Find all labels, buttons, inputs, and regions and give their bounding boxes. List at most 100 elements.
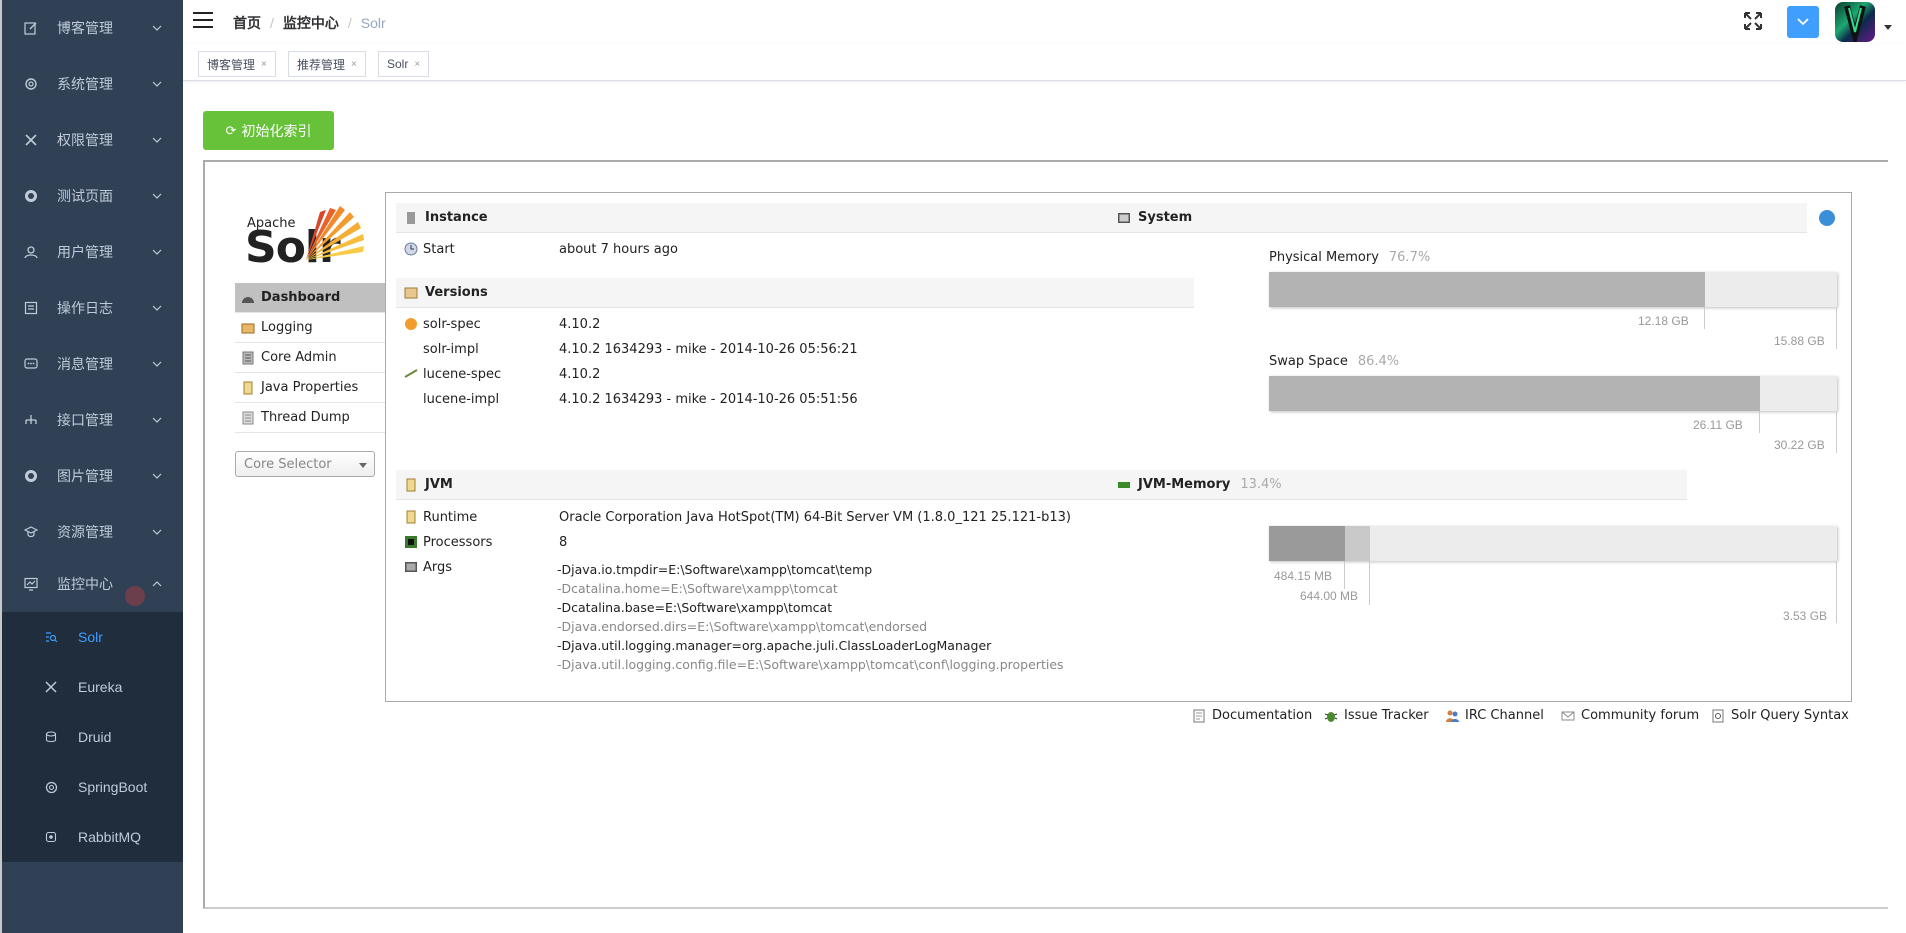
footer-link-community-forum[interactable]: Community forum [1561, 708, 1699, 723]
tools-icon [44, 680, 58, 694]
submenu-item-label: Eureka [78, 679, 123, 695]
hamburger-menu-icon[interactable] [193, 12, 213, 30]
sidebar-item-permission[interactable]: 权限管理 [2, 112, 183, 168]
physical-memory-label: Physical Memory 76.7% [1269, 250, 1430, 265]
chevron-down-icon [152, 249, 162, 255]
footer-link-irc-channel[interactable]: IRC Channel [1445, 708, 1544, 723]
close-icon[interactable]: × [414, 59, 420, 70]
tag-label: 博客管理 [207, 57, 256, 72]
solr-logo-sun-icon [306, 206, 364, 260]
navbar: 首页 / 监控中心 / Solr [183, 0, 1906, 44]
mail-icon [1561, 711, 1575, 720]
init-index-label: 初始化索引 [241, 122, 312, 139]
physical-memory-total: 15.88 GB [1774, 334, 1825, 348]
chevron-down-icon [359, 463, 367, 468]
solr-nav-dashboard[interactable]: Dashboard [235, 283, 385, 313]
sidebar-item-label: 接口管理 [57, 412, 113, 428]
swap-space-title: Swap Space [1269, 354, 1348, 369]
submenu-item-label: SpringBoot [78, 779, 148, 795]
db-icon [44, 730, 58, 744]
breadcrumb-current: Solr [360, 15, 386, 31]
avatar-caret-icon[interactable] [1884, 25, 1892, 30]
system-refresh-icon[interactable] [1819, 210, 1835, 226]
sidebar-item-resource[interactable]: 资源管理 [2, 504, 183, 560]
java-icon [243, 381, 253, 395]
close-icon[interactable]: × [261, 59, 267, 70]
instance-icon [407, 211, 415, 224]
footer-link-solr-query-syntax[interactable]: Solr Query Syntax [1711, 708, 1849, 723]
footer-link-documentation[interactable]: Documentation [1192, 708, 1312, 723]
submenu-item-druid[interactable]: Druid [2, 712, 183, 762]
jvm-memory-bar [1269, 526, 1837, 561]
sidebar-item-log[interactable]: 操作日志 [2, 280, 183, 336]
solr-nav-core-admin[interactable]: Core Admin [235, 343, 385, 373]
jvm-arg: -Djava.util.logging.config.file=E:\Softw… [557, 657, 1064, 672]
init-index-button[interactable]: ⟳ 初始化索引 [203, 111, 334, 150]
jvm-arg: -Dcatalina.base=E:\Software\xampp\tomcat [557, 600, 833, 615]
footer-link-issue-tracker[interactable]: Issue Tracker [1324, 708, 1429, 723]
tag-blog[interactable]: 博客管理 × [198, 51, 276, 77]
dropdown-button[interactable] [1787, 6, 1819, 38]
version-value: 4.10.2 1634293 - mike - 2014-10-26 05:51… [559, 391, 858, 407]
breadcrumb-monitor[interactable]: 监控中心 [283, 13, 339, 33]
rabbit-icon [44, 830, 58, 844]
version-row: lucene-impl 4.10.2 1634293 - mike - 2014… [404, 391, 1104, 407]
submenu-item-rabbitmq[interactable]: RabbitMQ [2, 812, 183, 862]
swap-space-used: 26.11 GB [1693, 418, 1743, 432]
jvm-arg: -Djava.io.tmpdir=E:\Software\xampp\tomca… [557, 562, 873, 577]
submenu-item-springboot[interactable]: SpringBoot [2, 762, 183, 812]
submenu-item-solr[interactable]: Solr [2, 612, 183, 662]
target-icon [23, 468, 39, 484]
processors-label: Processors [423, 534, 493, 550]
footer-link-label: Solr Query Syntax [1731, 708, 1849, 723]
physical-memory-pct: 76.7% [1388, 250, 1431, 265]
core-selector[interactable]: Core Selector [235, 451, 375, 477]
lucene-icon [404, 369, 418, 378]
sidebar-item-label: 博客管理 [57, 20, 113, 36]
system-title: System [1138, 210, 1193, 225]
versions-header: Versions [396, 278, 1194, 308]
chevron-down-icon [152, 25, 162, 31]
jvm-processors-row: Processors 8 [404, 534, 1104, 550]
close-icon[interactable]: × [351, 59, 357, 70]
sidebar-item-blog[interactable]: 博客管理 [2, 0, 183, 56]
document-icon [1193, 709, 1205, 722]
submenu-item-eureka[interactable]: Eureka [2, 662, 183, 712]
version-label: solr-impl [423, 341, 479, 357]
version-label: solr-spec [423, 316, 481, 332]
args-icon [405, 562, 417, 572]
sidebar-item-message[interactable]: 消息管理 [2, 336, 183, 392]
avatar[interactable] [1835, 2, 1875, 42]
sidebar-item-image[interactable]: 图片管理 [2, 448, 183, 504]
jvm-arg: -Djava.util.logging.manager=org.apache.j… [557, 638, 992, 653]
sidebar-item-test[interactable]: 测试页面 [2, 168, 183, 224]
message-icon [23, 356, 39, 372]
solr-nav-logging[interactable]: Logging [235, 313, 385, 343]
chevron-down-icon [152, 361, 162, 367]
jvm-memory-pct: 13.4% [1240, 477, 1282, 492]
dashboard-icon [242, 297, 254, 303]
physical-memory-fill [1269, 272, 1705, 307]
sidebar-item-user[interactable]: 用户管理 [2, 224, 183, 280]
fullscreen-icon[interactable] [1743, 11, 1763, 31]
swap-space-label: Swap Space 86.4% [1269, 354, 1399, 369]
sidebar-item-api[interactable]: 接口管理 [2, 392, 183, 448]
avatar-image [1844, 5, 1866, 42]
swap-space-end-marker [1836, 411, 1837, 453]
tag-recommend[interactable]: 推荐管理 × [288, 51, 366, 77]
jvm-header: JVM [396, 470, 1194, 500]
breadcrumb-home[interactable]: 首页 [233, 13, 261, 33]
runtime-label: Runtime [423, 509, 478, 525]
physical-memory-title: Physical Memory [1269, 250, 1379, 265]
sidebar-item-monitor[interactable]: 监控中心 [2, 556, 183, 612]
tag-solr[interactable]: Solr × [378, 51, 430, 77]
runtime-value: Oracle Corporation Java HotSpot(TM) 64-B… [559, 509, 1071, 525]
solr-nav-java-properties[interactable]: Java Properties [235, 373, 385, 403]
submenu-item-label: Solr [78, 629, 103, 645]
solr-nav-thread-dump[interactable]: Thread Dump [235, 403, 385, 433]
jvm-memory-committed-marker [1369, 561, 1370, 605]
physical-memory-bar [1269, 272, 1837, 307]
version-value: 4.10.2 [559, 366, 601, 382]
system-icon [1118, 212, 1130, 223]
sidebar-item-system[interactable]: 系统管理 [2, 56, 183, 112]
